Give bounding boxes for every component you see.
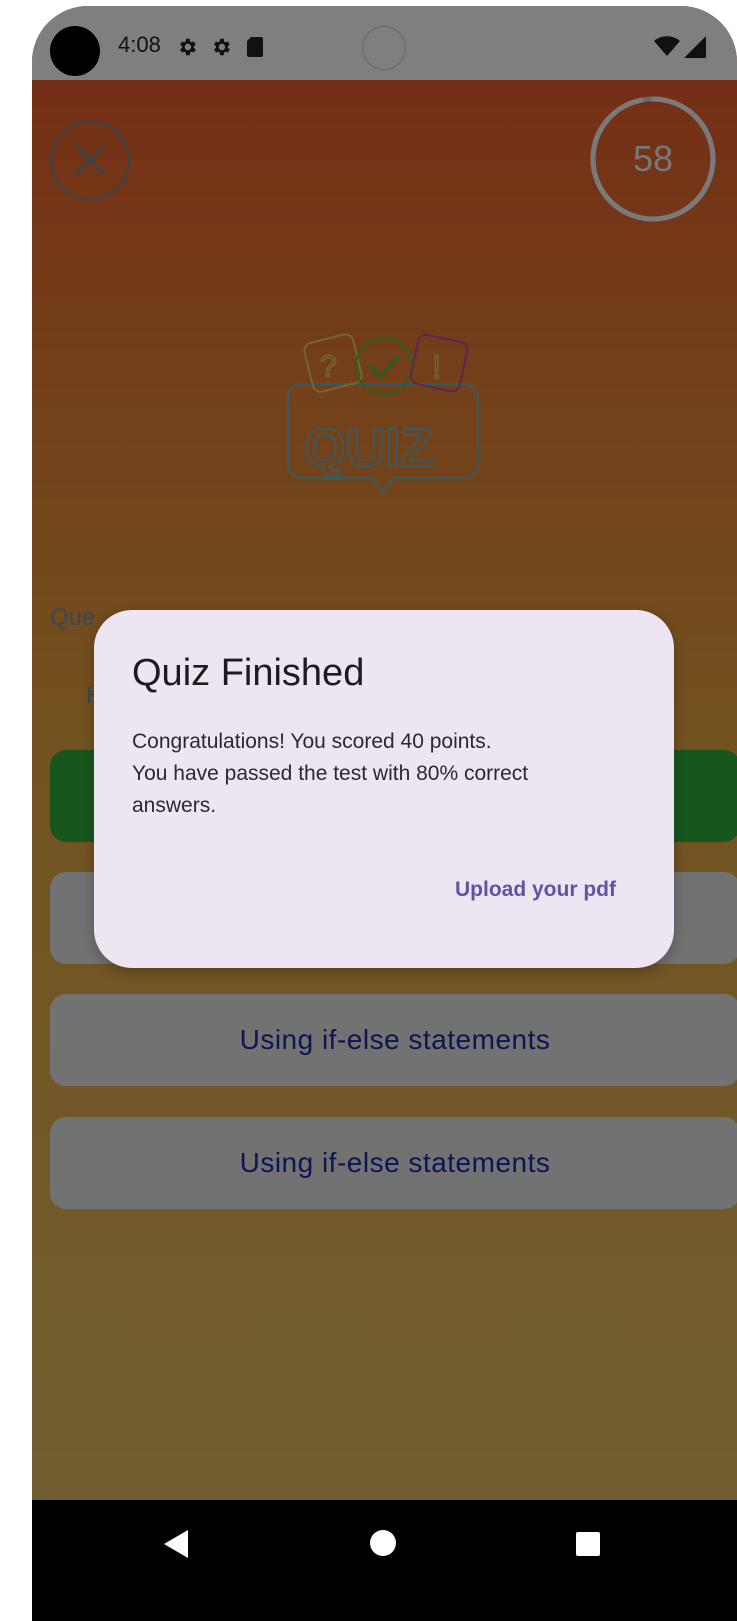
dialog-message-line: answers.: [132, 794, 217, 817]
quiz-finished-dialog: Quiz Finished Congratulations! You score…: [94, 610, 674, 968]
dialog-message-line: You have passed the test with 80% correc…: [132, 762, 529, 785]
home-icon[interactable]: [370, 1530, 396, 1556]
quiz-screen: 4:08 58: [32, 6, 737, 1621]
upload-pdf-button[interactable]: Upload your pdf: [455, 878, 616, 902]
dialog-message: Congratulations! You scored 40 points. Y…: [132, 726, 632, 822]
navigation-bar: [32, 1500, 737, 1621]
dialog-title: Quiz Finished: [132, 652, 365, 694]
phone-frame: 4:08 58: [32, 6, 737, 1621]
back-icon[interactable]: [164, 1530, 188, 1558]
dialog-message-line: Congratulations! You scored 40 points.: [132, 730, 492, 753]
recent-apps-icon[interactable]: [576, 1532, 600, 1556]
